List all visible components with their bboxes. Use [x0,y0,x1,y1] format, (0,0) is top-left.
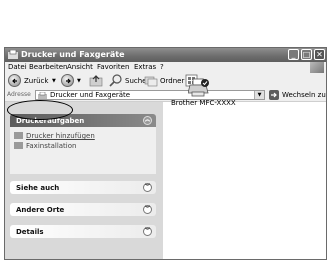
menu-ansicht[interactable]: Ansicht [67,63,93,71]
maximize-button[interactable]: □ [301,49,312,60]
expand-chevron-icon[interactable]: ︾ [143,205,152,214]
printer-icon [188,78,209,97]
up-folder-icon [89,75,103,87]
panel-siehe-auch: Siehe auch ︾ [10,181,156,195]
close-icon: ✕ [316,50,323,59]
search-icon [109,74,122,87]
minimize-icon: _ [291,50,296,59]
collapse-chevron-icon[interactable]: ︽ [143,116,152,125]
add-printer-icon [14,132,23,139]
go-arrow-icon [269,90,279,100]
panel-body: Drucker hinzufügen Faxinstallation [10,127,156,174]
panel-andere-orte: Andere Orte ︾ [10,203,156,217]
search-button[interactable]: Suchen [109,74,151,89]
printers-folder-icon [38,92,47,99]
highlight-ellipse [7,100,73,120]
panel-details: Details ︾ [10,225,156,239]
menu-bearbeiten[interactable]: Bearbeiten [29,63,67,71]
panel-header[interactable]: Siehe auch ︾ [10,181,156,194]
back-arrow-icon [8,74,21,87]
maximize-icon: □ [302,50,311,59]
task-pane: Druckeraufgaben ︽ Drucker hinzufügen Fax… [5,102,163,259]
window-title: Drucker und Faxgeräte [21,50,125,59]
back-dropdown-icon[interactable]: ▼ [52,78,56,84]
forward-arrow-icon [61,74,74,87]
address-value: Drucker und Faxgeräte [50,91,131,99]
expand-chevron-icon[interactable]: ︾ [143,227,152,236]
go-label: Wechseln zu [282,91,326,99]
fax-icon [14,142,23,149]
menu-help[interactable]: ? [160,63,164,71]
menu-datei[interactable]: Datei [8,63,27,71]
toolbar: Zurück ▼ ▼ Suchen Ordner [5,73,326,90]
fax-setup-link[interactable]: Faxinstallation [14,142,76,150]
printers-folder-icon [8,50,18,59]
printer-name: Brother MFC-XXXX [171,99,236,107]
add-printer-link[interactable]: Drucker hinzufügen [14,132,95,140]
panel-title: Details [16,228,44,236]
title-bar: Drucker und Faxgeräte _ □ ✕ [5,48,326,62]
panel-header[interactable]: Andere Orte ︾ [10,203,156,216]
menu-favoriten[interactable]: Favoriten [97,63,129,71]
content-area: Druckeraufgaben ︽ Drucker hinzufügen Fax… [5,102,326,259]
panel-title: Siehe auch [16,184,60,192]
forward-dropdown-icon[interactable]: ▼ [77,78,81,84]
task-label: Faxinstallation [26,142,77,150]
close-button[interactable]: ✕ [314,49,325,60]
folders-icon [144,76,158,87]
minimize-button[interactable]: _ [288,49,299,60]
address-dropdown-icon[interactable]: ▼ [254,91,264,99]
explorer-window: Drucker und Faxgeräte _ □ ✕ Datei Bearbe… [4,47,327,260]
menu-extras[interactable]: Extras [134,63,156,71]
task-label: Drucker hinzufügen [26,132,95,140]
panel-title: Andere Orte [16,206,65,214]
folders-label: Ordner [160,77,185,85]
up-button[interactable] [89,74,103,89]
folders-button[interactable]: Ordner [144,74,184,89]
address-label: Adresse [7,91,31,98]
windows-logo-icon [310,62,324,73]
expand-chevron-icon[interactable]: ︾ [143,183,152,192]
back-label: Zurück [24,77,49,85]
panel-druckeraufgaben: Druckeraufgaben ︽ Drucker hinzufügen Fax… [10,114,156,174]
panel-header[interactable]: Details ︾ [10,225,156,238]
